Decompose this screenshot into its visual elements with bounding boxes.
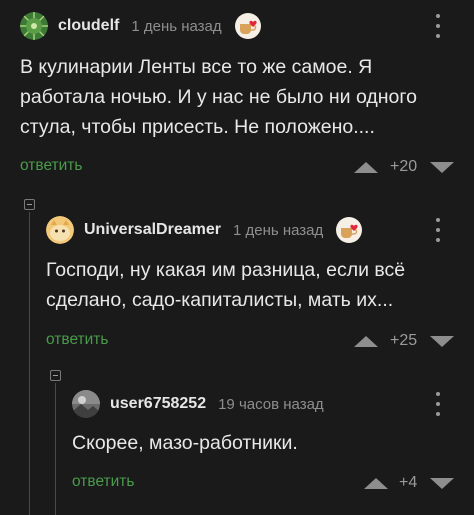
comment-universaldreamer: UniversalDreamer 1 день назад Господи, н… bbox=[0, 195, 474, 360]
downvote-icon[interactable] bbox=[430, 162, 454, 173]
cat-avatar[interactable] bbox=[46, 216, 74, 244]
upvote-icon[interactable] bbox=[354, 162, 378, 173]
rating-count: +4 bbox=[399, 474, 418, 491]
watermelon-avatar[interactable] bbox=[20, 12, 48, 40]
heart-coffee-badge-icon bbox=[335, 216, 363, 244]
reply-link[interactable]: ответить bbox=[20, 157, 82, 175]
comment-user6758252: user6758252 19 часов назад Скорее, мазо-… bbox=[0, 365, 474, 515]
comment-cloudelf: cloudelf 1 день назад В кулинарии Ленты … bbox=[0, 0, 474, 190]
rating-count: +25 bbox=[390, 332, 418, 349]
comment-header: UniversalDreamer 1 день назад bbox=[46, 210, 363, 250]
upvote-icon[interactable] bbox=[354, 336, 378, 347]
downvote-icon[interactable] bbox=[430, 336, 454, 347]
more-options-icon[interactable] bbox=[433, 14, 443, 38]
upvote-icon[interactable] bbox=[364, 478, 388, 489]
reply-link[interactable]: ответить bbox=[72, 473, 134, 491]
rating-count: +20 bbox=[390, 158, 418, 175]
username[interactable]: UniversalDreamer bbox=[84, 221, 221, 239]
photo-avatar[interactable] bbox=[72, 390, 100, 418]
timestamp: 19 часов назад bbox=[218, 395, 324, 413]
comment-actions: ответить +25 bbox=[46, 328, 456, 354]
comment-actions: ответить +4 bbox=[72, 470, 456, 496]
username[interactable]: cloudelf bbox=[58, 17, 119, 35]
timestamp: 1 день назад bbox=[232, 221, 324, 239]
timestamp: 1 день назад bbox=[131, 17, 222, 35]
reply-link[interactable]: ответить bbox=[46, 331, 108, 349]
comment-text: В кулинарии Ленты все то же самое. Я раб… bbox=[20, 56, 417, 138]
comment-actions: ответить +20 bbox=[20, 154, 456, 180]
comment-text: Господи, ну какая им разница, если всё с… bbox=[46, 259, 406, 311]
downvote-icon[interactable] bbox=[430, 478, 454, 489]
more-options-icon[interactable] bbox=[433, 218, 443, 242]
comment-header: cloudelf 1 день назад bbox=[20, 6, 262, 46]
more-options-icon[interactable] bbox=[433, 392, 443, 416]
comments-thread: cloudelf 1 день назад В кулинарии Ленты … bbox=[0, 0, 474, 515]
comment-text: Скорее, мазо-работники. bbox=[72, 432, 298, 454]
username[interactable]: user6758252 bbox=[110, 395, 206, 413]
comment-header: user6758252 19 часов назад bbox=[72, 384, 324, 424]
heart-coffee-badge-icon bbox=[234, 12, 262, 40]
